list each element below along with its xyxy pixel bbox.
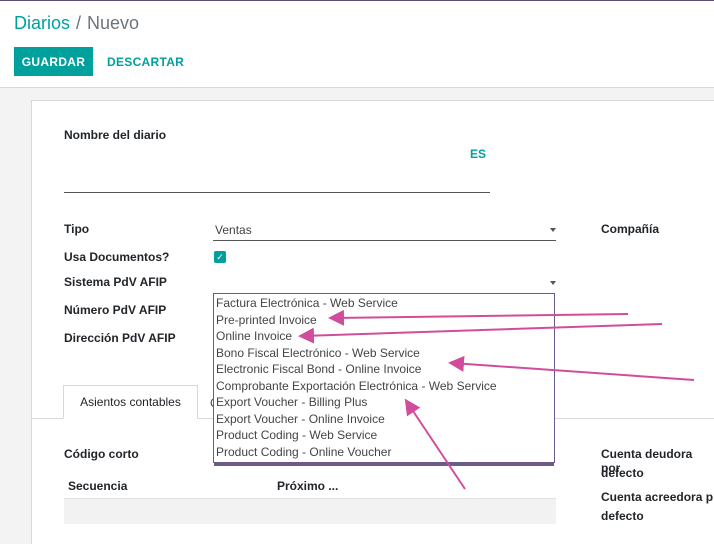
table-row[interactable] [64,499,556,524]
table-header-next[interactable]: Próximo ... [277,479,338,493]
uses-documents-checkbox[interactable]: ✓ [214,251,226,263]
short-code-label: Código corto [64,447,139,461]
dropdown-option[interactable]: Product Coding - Online Voucher [216,444,554,461]
language-button[interactable]: ES [470,147,486,161]
table-header-sequence[interactable]: Secuencia [68,479,127,493]
dropdown-option[interactable]: Comprobante Exportación Electrónica - We… [216,378,554,395]
credit-account-label-line2: defecto [601,509,644,523]
breadcrumb-current: Nuevo [87,13,140,33]
type-label: Tipo [64,222,90,236]
company-label: Compañía [601,222,660,236]
dropdown-option[interactable]: Factura Electrónica - Web Service [216,295,554,312]
debit-account-label-line2: defecto [601,466,644,480]
tab-asientos-contables[interactable]: Asientos contables [63,385,198,419]
credit-account-label-line1: Cuenta acreedora p [601,490,714,504]
type-select-value[interactable]: Ventas [215,223,252,237]
dropdown-option[interactable]: Export Voucher - Online Invoice [216,411,554,428]
dropdown-option[interactable]: Online Invoice [216,328,554,345]
dropdown-option[interactable]: Electronic Fiscal Bond - Online Invoice [216,361,554,378]
breadcrumb-separator: / [76,13,82,33]
dropdown-option[interactable]: Product Coding - Web Service [216,427,554,444]
pos-address-label: Dirección PdV AFIP [64,331,176,345]
caret-down-icon[interactable] [550,281,556,285]
breadcrumb-diarios-link[interactable]: Diarios [14,13,70,33]
control-panel: Diarios / Nuevo GUARDAR DESCARTAR [0,1,714,88]
dropdown-option[interactable]: Pre-printed Invoice [216,312,554,329]
journal-name-label: Nombre del diario [64,128,167,142]
pos-number-label: Número PdV AFIP [64,303,167,317]
save-button[interactable]: GUARDAR [14,47,93,76]
dropdown-option[interactable]: Export Voucher - Billing Plus [216,394,554,411]
journal-name-input[interactable] [64,192,490,193]
dropdown-bottom-border [214,463,554,466]
pos-system-dropdown: Factura Electrónica - Web Service Pre-pr… [213,293,555,466]
uses-documents-label: Usa Documentos? [64,250,170,264]
caret-down-icon[interactable] [550,228,556,232]
breadcrumb: Diarios / Nuevo [14,13,139,34]
check-icon: ✓ [216,252,224,262]
discard-button[interactable]: DESCARTAR [99,47,192,76]
pos-system-label: Sistema PdV AFIP [64,275,167,289]
dropdown-option[interactable]: Bono Fiscal Electrónico - Web Service [216,345,554,362]
type-select[interactable] [213,240,556,241]
